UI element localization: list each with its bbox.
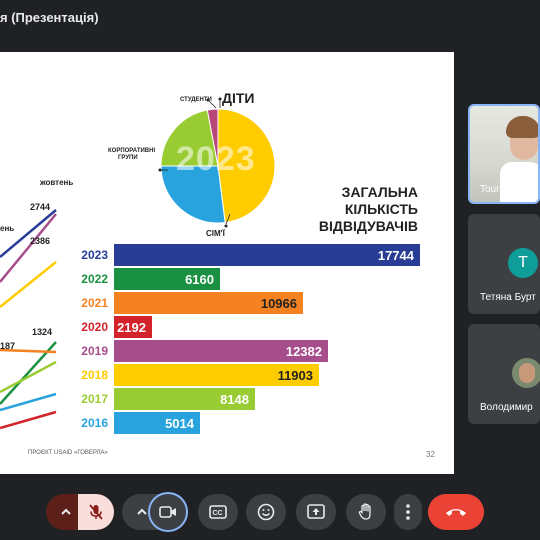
- avatar-initial: T: [518, 254, 528, 271]
- camera-icon: [159, 506, 176, 518]
- reactions-button[interactable]: [246, 494, 286, 530]
- bar-value-label: 11903: [277, 368, 313, 383]
- window-title-bar: я (Презентація): [0, 0, 540, 36]
- participant-name: Володимир: [480, 402, 533, 413]
- slide-page-number: 32: [426, 450, 435, 459]
- presentation-slide: жовтень ень 2744 2386 1324 187 2023 СТУД…: [0, 52, 454, 474]
- svg-text:CC: CC: [213, 510, 223, 517]
- call-controls-bar: CC: [0, 480, 540, 540]
- bar: 11903: [114, 364, 319, 386]
- present-icon: [307, 504, 325, 519]
- bar-category-label: 2019: [81, 344, 108, 358]
- bar-category-label: 2021: [81, 296, 108, 310]
- participant-shirt: [500, 162, 538, 202]
- bar-value-label: 10966: [260, 296, 297, 311]
- captions-icon: CC: [209, 505, 227, 519]
- participant-hair: [506, 116, 538, 138]
- bar-value-label: 12382: [285, 344, 322, 359]
- bar-value-label: 17744: [377, 248, 414, 263]
- captions-button[interactable]: CC: [198, 494, 238, 530]
- bar-category-label: 2016: [81, 416, 108, 430]
- end-call-button[interactable]: [428, 494, 484, 530]
- end-call-icon: [446, 509, 466, 516]
- bar: 5014: [114, 412, 200, 434]
- raise-hand-icon: [358, 503, 371, 520]
- window-title: я (Презентація): [0, 10, 99, 25]
- camera-toggle-button[interactable]: [148, 492, 188, 532]
- bar-category-label: 2023: [81, 248, 108, 262]
- bar: 8148: [114, 388, 255, 410]
- bar-value-label: 6160: [185, 272, 214, 287]
- slide-footer: ПРОЄКТ USAID «ГОВЕРЛА»: [28, 450, 108, 456]
- bar: 17744: [114, 244, 420, 266]
- bar-category-label: 2020: [81, 320, 108, 334]
- participant-name: Tourist Asso: [480, 184, 534, 195]
- bar-category-label: 2018: [81, 368, 108, 382]
- participant-tile-volodymyr[interactable]: Володимир: [468, 324, 540, 424]
- chevron-up-icon: [137, 508, 147, 515]
- bar-category-label: 2022: [81, 272, 108, 286]
- more-vert-icon: [406, 504, 410, 520]
- bar: 12382: [114, 340, 328, 362]
- bar-chart: 2023 17744 2022 6160 2021 10966 2020 2192 2019 12…: [0, 52, 454, 474]
- mic-toggle-button[interactable]: [78, 494, 114, 530]
- present-button[interactable]: [296, 494, 336, 530]
- bar-category-label: 2017: [81, 392, 108, 406]
- bar: 6160: [114, 268, 220, 290]
- avatar: [512, 358, 540, 388]
- bar-value-label: 8148: [220, 392, 249, 407]
- participant-tile-tourist[interactable]: Tourist Asso: [468, 104, 540, 204]
- chevron-up-icon: [61, 508, 71, 515]
- avatar-face: [519, 363, 535, 383]
- participant-tile-tetiana[interactable]: T Тетяна Бурт: [468, 214, 540, 314]
- participant-name: Тетяна Бурт: [480, 292, 536, 303]
- raise-hand-button[interactable]: [346, 494, 386, 530]
- more-options-button[interactable]: [394, 494, 422, 530]
- bar-value-label: 5014: [165, 416, 194, 431]
- mic-off-icon: [89, 504, 103, 520]
- bar: 10966: [114, 292, 303, 314]
- emoji-icon: [257, 503, 275, 521]
- bar: 2192: [114, 316, 152, 338]
- avatar: T: [508, 248, 538, 278]
- bar-value-label: 2192: [117, 320, 146, 335]
